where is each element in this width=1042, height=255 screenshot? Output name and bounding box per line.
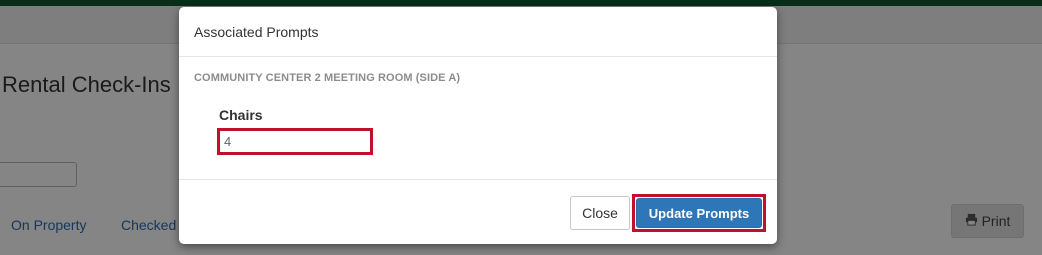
modal-footer: Close Update Prompts [179, 179, 777, 244]
close-button[interactable]: Close [570, 196, 630, 230]
update-prompts-button[interactable]: Update Prompts [636, 198, 762, 228]
chairs-label: Chairs [219, 107, 263, 123]
modal-title: Associated Prompts [194, 24, 319, 40]
facility-name: COMMUNITY CENTER 2 MEETING ROOM (SIDE A) [194, 72, 461, 84]
chairs-input[interactable] [217, 128, 373, 155]
page: Rental Check-Ins On Property Checked Out… [0, 0, 1042, 255]
update-prompts-highlight: Update Prompts [632, 194, 766, 232]
associated-prompts-dialog: Associated Prompts COMMUNITY CENTER 2 ME… [179, 7, 777, 244]
modal-header: Associated Prompts [179, 7, 777, 57]
